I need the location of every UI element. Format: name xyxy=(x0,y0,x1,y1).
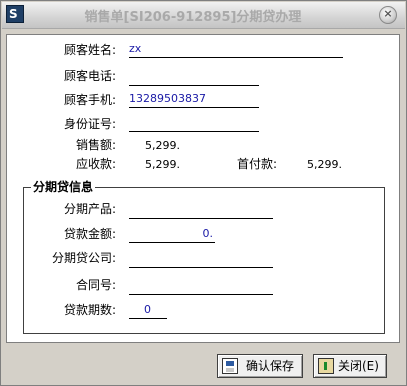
installment-product-field[interactable] xyxy=(129,203,273,219)
installment-company-label: 分期贷公司: xyxy=(52,251,117,265)
close-button[interactable]: 关闭(E) xyxy=(313,354,387,378)
close-button-label: 关闭(E) xyxy=(338,359,379,373)
confirm-save-button[interactable]: 确认保存 xyxy=(217,354,303,378)
customer-mobile-label: 顾客手机: xyxy=(64,93,117,107)
installment-company-field[interactable] xyxy=(129,252,273,268)
installment-product-label: 分期产品: xyxy=(64,202,117,216)
loan-amount-field[interactable]: 0. xyxy=(129,227,215,243)
save-icon xyxy=(222,358,238,374)
sales-amount-label: 销售额: xyxy=(76,138,117,152)
contract-number-field[interactable] xyxy=(129,279,273,295)
close-icon[interactable]: × xyxy=(379,6,397,24)
sales-amount-value: 5,299. xyxy=(145,139,180,152)
confirm-save-label: 确认保存 xyxy=(246,359,295,373)
customer-name-label: 顾客姓名: xyxy=(64,43,117,57)
id-number-field[interactable] xyxy=(129,116,259,132)
exit-icon xyxy=(318,358,334,374)
app-logo-glyph: S xyxy=(9,7,18,21)
contract-number-label: 合同号: xyxy=(76,278,117,292)
receivable-label: 应收款: xyxy=(76,157,117,171)
installment-dialog: S 销售单[SI206-912895]分期贷办理 × 顾客姓名: zx 顾客电话… xyxy=(0,0,407,386)
loan-periods-label: 贷款期数: xyxy=(64,303,117,317)
title-bar[interactable]: S 销售单[SI206-912895]分期贷办理 × xyxy=(2,2,405,29)
customer-mobile-field[interactable]: 13289503837 xyxy=(129,92,259,108)
loan-amount-label: 贷款金额: xyxy=(64,227,117,241)
customer-name-field[interactable]: zx xyxy=(129,42,343,58)
down-payment-value: 5,299. xyxy=(307,158,342,171)
close-glyph: × xyxy=(383,7,393,20)
installment-group-title: 分期贷信息 xyxy=(31,180,96,194)
app-logo-icon: S xyxy=(6,5,24,23)
down-payment-label: 首付款: xyxy=(237,157,278,171)
id-number-label: 身份证号: xyxy=(64,117,117,131)
receivable-value: 5,299. xyxy=(145,158,180,171)
customer-phone-field[interactable] xyxy=(129,70,259,86)
customer-phone-label: 顾客电话: xyxy=(64,69,117,83)
form-panel: 顾客姓名: zx 顾客电话: 顾客手机: 13289503837 身份证号: 销… xyxy=(6,34,400,343)
window-title: 销售单[SI206-912895]分期贷办理 xyxy=(84,10,302,25)
loan-periods-field[interactable]: 0 xyxy=(129,303,167,319)
